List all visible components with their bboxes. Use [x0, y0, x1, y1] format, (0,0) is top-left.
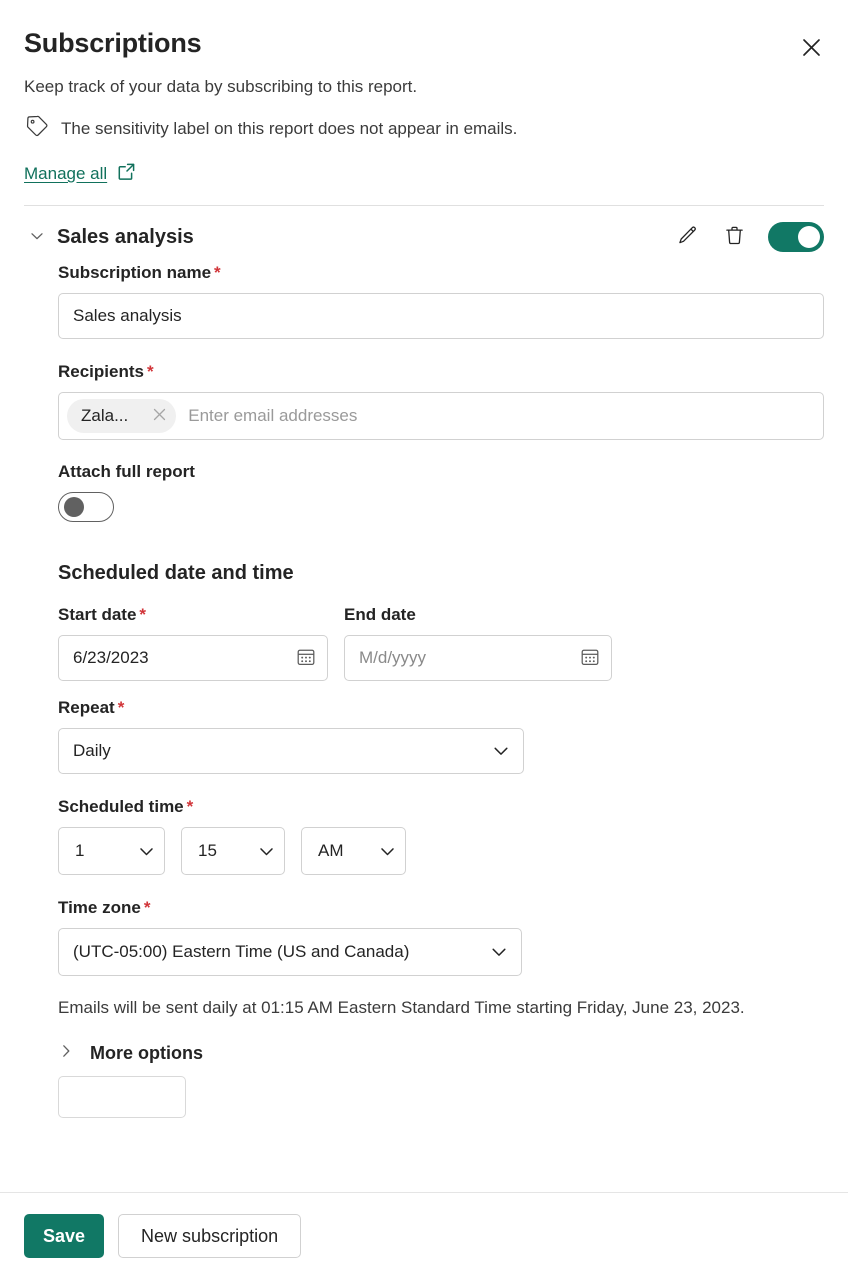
recipient-chip[interactable]: Zala... [67, 399, 176, 433]
save-button[interactable]: Save [24, 1214, 104, 1258]
attach-full-report-label: Attach full report [58, 462, 824, 482]
start-date-label: Start date* [58, 604, 328, 626]
required-asterisk: * [147, 362, 154, 381]
required-asterisk: * [139, 605, 146, 624]
chevron-down-icon [245, 842, 276, 861]
end-date-field: End date [344, 604, 612, 681]
close-icon [802, 38, 821, 60]
delete-subscription-button[interactable] [721, 224, 747, 250]
recipients-label: Recipients* [58, 361, 824, 383]
close-panel-button[interactable] [792, 30, 830, 68]
end-date-label: End date [344, 604, 612, 626]
time-zone-selected-value: (UTC-05:00) Eastern Time (US and Canada) [73, 941, 409, 963]
subscription-name-heading: Sales analysis [57, 224, 194, 250]
start-date-calendar-button[interactable] [292, 644, 320, 672]
recipients-field: Recipients* Zala... [58, 361, 824, 440]
tag-icon [24, 113, 50, 144]
end-date-input-wrap [344, 635, 612, 681]
end-date-input[interactable] [344, 635, 612, 681]
scheduled-time-minute-select[interactable]: 15 [181, 827, 285, 875]
sensitivity-notice: The sensitivity label on this report doe… [24, 113, 824, 144]
repeat-selected-value: Daily [73, 740, 111, 762]
scheduled-time-hour-value: 1 [75, 840, 84, 862]
subscription-name-input[interactable] [58, 293, 824, 339]
manage-all-row: Manage all [24, 161, 824, 187]
toggle-on-icon [798, 226, 820, 248]
recipients-input[interactable] [182, 401, 815, 431]
external-link-icon[interactable] [116, 161, 137, 187]
repeat-label-text: Repeat [58, 698, 115, 717]
start-date-field: Start date* [58, 604, 328, 681]
subscriptions-panel: Subscriptions Keep track of your data by… [0, 0, 848, 1282]
time-zone-label: Time zone* [58, 897, 824, 919]
time-zone-field: Time zone* (UTC-05:00) Eastern Time (US … [58, 897, 824, 976]
chevron-right-icon [58, 1043, 74, 1064]
schedule-section-title: Scheduled date and time [58, 560, 824, 586]
more-options-label: More options [90, 1043, 203, 1064]
chevron-down-icon [479, 942, 509, 962]
recipients-input-container[interactable]: Zala... [58, 392, 824, 440]
repeat-field: Repeat* Daily [58, 697, 824, 774]
manage-all-link[interactable]: Manage all [24, 163, 107, 185]
subscription-form: Subscription name* Recipients* Zala... [24, 262, 824, 1118]
calendar-icon [295, 646, 317, 671]
chevron-down-icon [29, 228, 45, 247]
chevron-down-icon [481, 741, 511, 761]
scheduled-time-label-text: Scheduled time [58, 797, 184, 816]
recipients-label-text: Recipients [58, 362, 144, 381]
scheduled-time-minute-value: 15 [198, 840, 217, 862]
collapse-subscription-button[interactable] [24, 224, 50, 250]
schedule-summary-text: Emails will be sent daily at 01:15 AM Ea… [58, 994, 798, 1021]
scheduled-time-meridiem-select[interactable]: AM [301, 827, 406, 875]
subscription-enabled-toggle[interactable] [768, 222, 824, 252]
sensitivity-label-text: The sensitivity label on this report doe… [61, 118, 517, 140]
attach-full-report-toggle[interactable] [58, 492, 114, 522]
pencil-icon [676, 224, 699, 250]
close-icon [152, 407, 167, 425]
calendar-icon [579, 646, 601, 671]
subscription-header-row: Sales analysis [24, 206, 824, 262]
attach-full-report-field: Attach full report [58, 462, 824, 526]
end-date-calendar-button[interactable] [576, 644, 604, 672]
required-asterisk: * [118, 698, 125, 717]
clipped-control-below-more-options[interactable] [58, 1076, 186, 1118]
start-date-label-text: Start date [58, 605, 136, 624]
end-date-label-text: End date [344, 605, 416, 624]
required-asterisk: * [187, 797, 194, 816]
panel-footer: Save New subscription [0, 1192, 848, 1282]
required-asterisk: * [144, 898, 151, 917]
scheduled-time-hour-select[interactable]: 1 [58, 827, 165, 875]
time-zone-label-text: Time zone [58, 898, 141, 917]
chevron-down-icon [366, 842, 397, 861]
edit-subscription-button[interactable] [674, 224, 700, 250]
subscription-name-label-text: Subscription name [58, 263, 211, 282]
panel-subtitle: Keep track of your data by subscribing t… [24, 75, 824, 99]
recipient-chip-label: Zala... [81, 406, 128, 426]
new-subscription-button[interactable]: New subscription [118, 1214, 301, 1258]
scheduled-time-row: 1 15 [58, 827, 824, 875]
start-date-input-wrap [58, 635, 328, 681]
scheduled-time-field: Scheduled time* 1 15 [58, 796, 824, 875]
remove-recipient-button[interactable] [146, 403, 172, 429]
toggle-off-icon [64, 497, 84, 517]
trash-icon [723, 224, 746, 250]
scheduled-time-label: Scheduled time* [58, 796, 824, 818]
repeat-select[interactable]: Daily [58, 728, 524, 774]
scheduled-time-meridiem-value: AM [318, 840, 344, 862]
panel-header: Subscriptions Keep track of your data by… [0, 0, 848, 187]
time-zone-select[interactable]: (UTC-05:00) Eastern Time (US and Canada) [58, 928, 522, 976]
repeat-label: Repeat* [58, 697, 824, 719]
panel-body: Sales analysis [0, 206, 848, 1192]
date-row: Start date* [58, 604, 824, 681]
subscription-name-field: Subscription name* [58, 262, 824, 339]
required-asterisk: * [214, 263, 221, 282]
subscription-actions [674, 222, 824, 252]
start-date-input[interactable] [58, 635, 328, 681]
page-title: Subscriptions [24, 26, 824, 60]
subscription-name-label: Subscription name* [58, 262, 824, 284]
more-options-toggle[interactable]: More options [58, 1043, 824, 1064]
chevron-down-icon [125, 842, 156, 861]
